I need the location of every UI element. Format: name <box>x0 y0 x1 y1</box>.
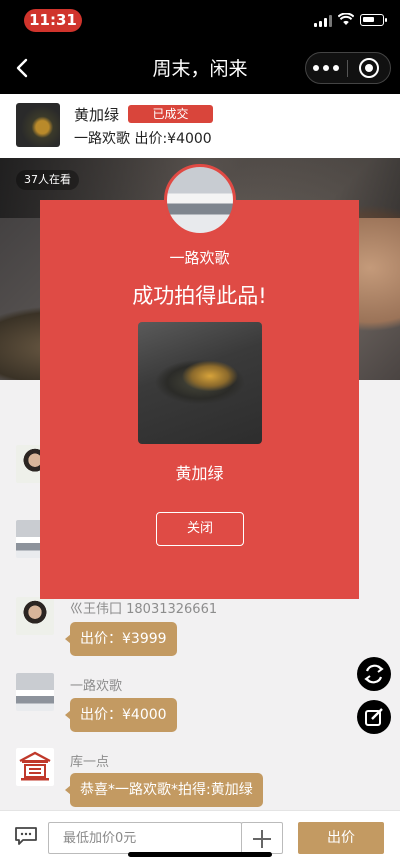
chat-bubble: 出价：¥4000 <box>65 698 177 732</box>
win-headline: 成功拍得此品! <box>132 284 267 308</box>
winner-avatar <box>164 164 236 236</box>
capsule-divider <box>347 60 348 77</box>
page-title: 周末，闲来 <box>152 58 248 80</box>
shop-logo-icon <box>19 751 51 781</box>
app-root: 11:31 周末，闲来 黄加绿 已成交 一路欢歌 出价:¥4000 37人在看 … <box>0 0 400 866</box>
bid-button[interactable]: 出价 <box>298 822 384 854</box>
back-icon[interactable] <box>14 58 32 78</box>
chat-bubble: 恭喜*一路欢歌*拍得:黄加绿 <box>65 773 263 807</box>
status-badge: 已成交 <box>128 105 213 123</box>
wifi-icon <box>338 13 354 25</box>
chat-sender: 巛王伟囗 18031326661 <box>70 602 218 617</box>
close-button[interactable]: 关闭 <box>156 512 244 546</box>
product-thumbnail <box>16 103 60 147</box>
chat-icon[interactable] <box>14 826 38 846</box>
viewers-badge: 37人在看 <box>16 170 79 190</box>
chat-sender: 一路欢歌 <box>70 679 123 694</box>
signal-icon <box>314 15 332 27</box>
refresh-share-icon <box>364 664 384 684</box>
edit-icon <box>365 708 383 726</box>
avatar <box>16 597 54 635</box>
bid-input[interactable] <box>48 822 242 854</box>
product-price: 一路欢歌 出价:¥4000 <box>74 131 212 147</box>
product-name: 黄加绿 <box>74 106 120 124</box>
item-name: 黄加绿 <box>175 464 224 483</box>
status-time: 11:31 <box>24 9 82 32</box>
item-image <box>138 322 262 444</box>
avatar <box>16 673 54 711</box>
plus-button[interactable] <box>241 822 283 854</box>
battery-icon <box>360 14 387 26</box>
close-mini-program-icon[interactable] <box>359 58 379 78</box>
more-icon[interactable] <box>313 62 339 74</box>
edit-button[interactable] <box>357 700 391 734</box>
home-indicator <box>128 852 272 857</box>
winner-name: 一路欢歌 <box>169 249 230 267</box>
chat-bubble: 出价：¥3999 <box>65 622 177 656</box>
chat-sender: 库一点 <box>70 755 110 770</box>
avatar <box>16 748 54 786</box>
share-button[interactable] <box>357 657 391 691</box>
product-header <box>0 94 400 158</box>
